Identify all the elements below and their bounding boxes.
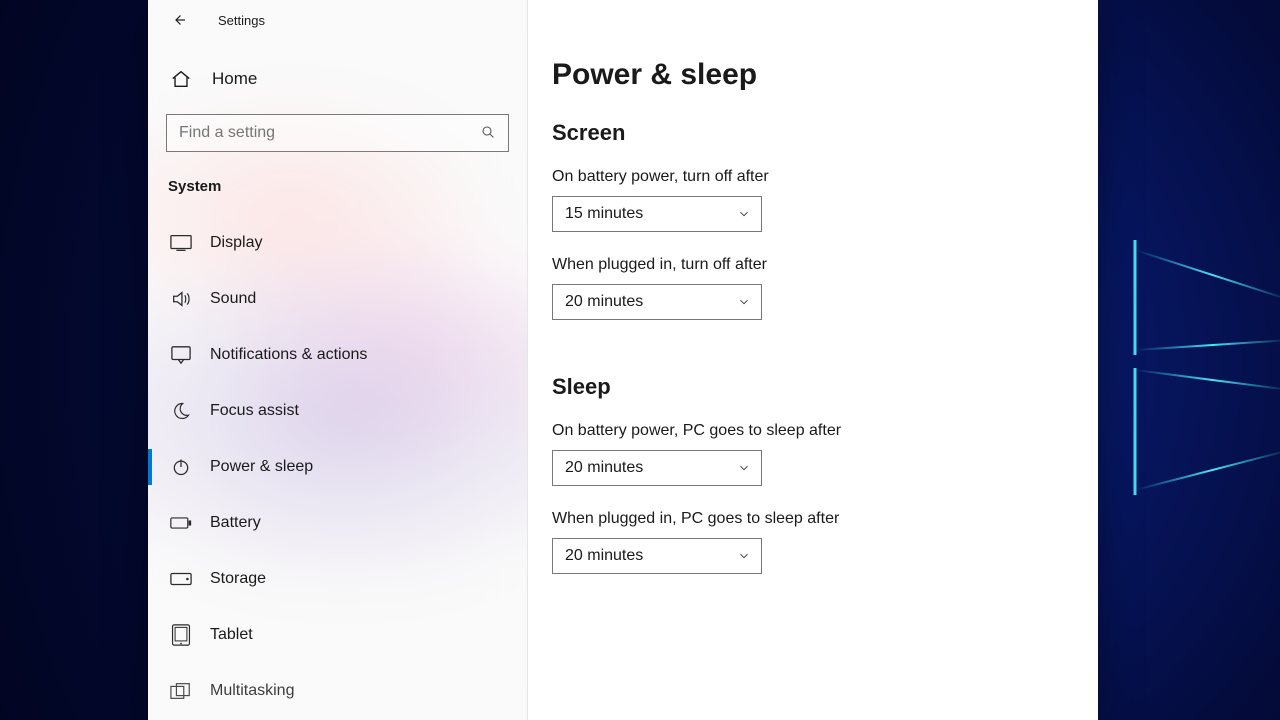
notifications-icon	[170, 344, 192, 366]
sidebar-item-label: Display	[210, 234, 262, 252]
chevron-down-icon	[737, 549, 751, 563]
power-icon	[170, 456, 192, 478]
chevron-down-icon	[737, 295, 751, 309]
combo-value: 20 minutes	[565, 459, 643, 477]
sidebar-item-tablet[interactable]: Tablet	[148, 607, 527, 663]
sidebar-item-notifications[interactable]: Notifications & actions	[148, 327, 527, 383]
sidebar-item-label: Focus assist	[210, 402, 299, 420]
search-box[interactable]	[166, 114, 509, 152]
sleep-plugged-label: When plugged in, PC goes to sleep after	[552, 510, 1060, 528]
battery-icon	[170, 512, 192, 534]
tablet-icon	[170, 624, 192, 646]
content-pane: Power & sleep Screen On battery power, t…	[528, 0, 1098, 720]
multitask-icon	[170, 680, 192, 702]
home-icon	[170, 68, 192, 90]
sidebar-nav: Display Sound Notifications & actions	[148, 209, 527, 719]
sidebar-item-label: Tablet	[210, 626, 253, 644]
settings-window: Settings Home System	[148, 0, 1098, 720]
titlebar: Settings	[148, 0, 527, 40]
section-sleep-title: Sleep	[552, 374, 1060, 400]
combo-value: 20 minutes	[565, 547, 643, 565]
chevron-down-icon	[737, 461, 751, 475]
search-input[interactable]	[179, 124, 480, 142]
arrow-left-icon	[170, 11, 188, 29]
back-button[interactable]	[164, 5, 194, 35]
screen-plugged-combo[interactable]: 20 minutes	[552, 284, 762, 320]
sidebar: Settings Home System	[148, 0, 528, 720]
search-icon	[480, 124, 498, 142]
section-screen-title: Screen	[552, 120, 1060, 146]
chevron-down-icon	[737, 207, 751, 221]
moon-icon	[170, 400, 192, 422]
page-title: Power & sleep	[552, 58, 1060, 92]
sidebar-item-label: Sound	[210, 290, 256, 308]
sleep-plugged-combo[interactable]: 20 minutes	[552, 538, 762, 574]
sidebar-category: System	[148, 172, 527, 209]
sleep-battery-combo[interactable]: 20 minutes	[552, 450, 762, 486]
sidebar-item-label: Battery	[210, 514, 261, 532]
storage-icon	[170, 568, 192, 590]
screen-plugged-label: When plugged in, turn off after	[552, 256, 1060, 274]
combo-value: 15 minutes	[565, 205, 643, 223]
sidebar-item-display[interactable]: Display	[148, 215, 527, 271]
sound-icon	[170, 288, 192, 310]
sidebar-item-label: Power & sleep	[210, 458, 313, 476]
home-link[interactable]: Home	[148, 40, 527, 114]
sidebar-item-focus-assist[interactable]: Focus assist	[148, 383, 527, 439]
sidebar-item-label: Storage	[210, 570, 266, 588]
screen-battery-combo[interactable]: 15 minutes	[552, 196, 762, 232]
sidebar-item-battery[interactable]: Battery	[148, 495, 527, 551]
window-title: Settings	[218, 13, 265, 28]
sidebar-item-sound[interactable]: Sound	[148, 271, 527, 327]
sleep-battery-label: On battery power, PC goes to sleep after	[552, 422, 1060, 440]
sidebar-item-label: Notifications & actions	[210, 346, 367, 364]
display-icon	[170, 232, 192, 254]
sidebar-item-label: Multitasking	[210, 682, 294, 700]
home-label: Home	[212, 69, 257, 89]
combo-value: 20 minutes	[565, 293, 643, 311]
sidebar-item-storage[interactable]: Storage	[148, 551, 527, 607]
sidebar-item-multitasking[interactable]: Multitasking	[148, 663, 527, 719]
sidebar-item-power-sleep[interactable]: Power & sleep	[148, 439, 527, 495]
screen-battery-label: On battery power, turn off after	[552, 168, 1060, 186]
